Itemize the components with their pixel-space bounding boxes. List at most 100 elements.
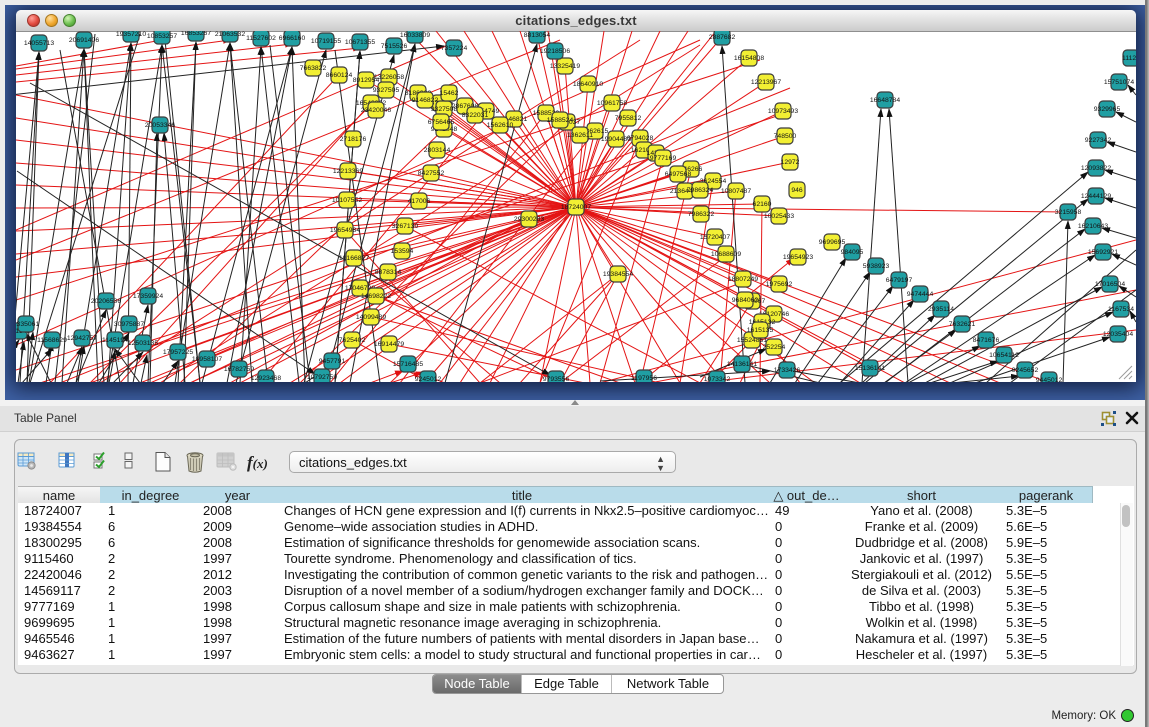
svg-text:748500: 748500 <box>774 133 797 140</box>
svg-text:19384554: 19384554 <box>603 271 633 278</box>
svg-text:9777169: 9777169 <box>650 155 677 162</box>
svg-text:10853257: 10853257 <box>147 33 177 40</box>
svg-text:29300283: 29300283 <box>514 216 544 223</box>
svg-text:12213967: 12213967 <box>751 79 781 86</box>
svg-text:10671355: 10671355 <box>345 39 375 46</box>
svg-text:7986322: 7986322 <box>688 211 715 218</box>
svg-text:14055713: 14055713 <box>24 40 54 47</box>
svg-text:2718176: 2718176 <box>340 136 367 143</box>
svg-text:984095: 984095 <box>841 249 864 256</box>
svg-text:10107552: 10107552 <box>332 197 362 204</box>
svg-text:13325419: 13325419 <box>550 63 580 70</box>
svg-text:16782759: 16782759 <box>224 366 254 373</box>
svg-text:11568629: 11568629 <box>37 337 67 344</box>
svg-text:12923468: 12923468 <box>251 375 281 382</box>
svg-text:15716485: 15716485 <box>393 361 423 368</box>
svg-text:1167534: 1167534 <box>1108 306 1134 313</box>
svg-text:6756465: 6756465 <box>428 119 455 126</box>
svg-text:10958107: 10958107 <box>192 356 222 363</box>
svg-text:10025433: 10025433 <box>764 213 794 220</box>
svg-text:7357224: 7357224 <box>441 45 468 52</box>
svg-text:13226058: 13226058 <box>374 74 404 81</box>
svg-text:1562610: 1562610 <box>487 122 514 129</box>
svg-text:16853267: 16853267 <box>181 31 211 37</box>
svg-text:9474444: 9474444 <box>907 291 934 298</box>
svg-text:16033809: 16033809 <box>400 32 430 39</box>
svg-text:10807487: 10807487 <box>721 188 751 195</box>
svg-text:12093822: 12093822 <box>1081 165 1111 172</box>
svg-text:6479197: 6479197 <box>886 277 913 284</box>
svg-text:9327505: 9327505 <box>373 87 400 94</box>
svg-text:19357210: 19357210 <box>116 31 146 38</box>
svg-text:5938923: 5938923 <box>863 263 890 270</box>
svg-text:9699695: 9699695 <box>819 239 846 246</box>
svg-text:10961758: 10961758 <box>597 100 627 107</box>
svg-text:9457791: 9457791 <box>319 358 346 365</box>
svg-text:12942757: 12942757 <box>67 335 97 342</box>
svg-text:12035404: 12035404 <box>1103 331 1133 338</box>
svg-text:21063532: 21063532 <box>215 31 245 38</box>
svg-text:8878314: 8878314 <box>375 269 402 276</box>
svg-text:9793556: 9793556 <box>543 376 570 382</box>
svg-text:1197956: 1197956 <box>631 375 657 382</box>
svg-text:8427552: 8427552 <box>418 170 445 177</box>
svg-text:20206536: 20206536 <box>91 298 121 305</box>
svg-text:9684062: 9684062 <box>732 297 759 304</box>
svg-text:17016504: 17016504 <box>1095 281 1125 288</box>
svg-text:2935114: 2935114 <box>928 306 954 313</box>
svg-text:3215958: 3215958 <box>1055 209 1082 216</box>
svg-text:23420046: 23420046 <box>361 107 391 114</box>
svg-text:10973493: 10973493 <box>768 108 798 115</box>
svg-text:18724007: 18724007 <box>561 204 591 211</box>
svg-text:9245652: 9245652 <box>1012 367 1039 374</box>
svg-text:1073342: 1073342 <box>704 376 731 382</box>
svg-text:15751074: 15751074 <box>1104 79 1134 86</box>
svg-text:6794028: 6794028 <box>627 135 654 142</box>
svg-text:8660124: 8660124 <box>326 72 353 79</box>
svg-text:6497568: 6497568 <box>665 171 692 178</box>
svg-text:12503135: 12503135 <box>128 340 158 347</box>
svg-text:7625402: 7625402 <box>339 337 366 344</box>
svg-text:16210643: 16210643 <box>1078 223 1108 230</box>
svg-text:14136141: 14136141 <box>727 361 757 368</box>
svg-text:19654984: 19654984 <box>330 227 360 234</box>
svg-text:1733426: 1733426 <box>774 367 801 374</box>
svg-text:20691406: 20691406 <box>69 37 99 44</box>
svg-text:1335061: 1335061 <box>16 321 39 328</box>
svg-text:1975692: 1975692 <box>766 281 793 288</box>
svg-text:1362611: 1362611 <box>567 132 593 139</box>
svg-text:11124: 11124 <box>1122 55 1136 62</box>
svg-text:7515526: 7515526 <box>381 43 408 50</box>
svg-text:14099489: 14099489 <box>356 314 386 321</box>
svg-text:19654923: 19654923 <box>783 254 813 261</box>
svg-text:1615135: 1615135 <box>747 327 774 334</box>
svg-text:16154808: 16154808 <box>734 55 764 62</box>
svg-text:16914479: 16914479 <box>374 341 404 348</box>
svg-text:7663822: 7663822 <box>300 65 327 72</box>
svg-text:9227342: 9227342 <box>1085 137 1112 144</box>
svg-text:8471676: 8471676 <box>973 337 1000 344</box>
svg-text:14698222: 14698222 <box>361 293 391 300</box>
svg-text:12213369: 12213369 <box>333 168 363 175</box>
svg-text:7632621: 7632621 <box>949 321 976 328</box>
svg-text:252254: 252254 <box>763 344 786 351</box>
svg-text:19166827: 19166827 <box>339 255 369 262</box>
svg-text:2803144: 2803144 <box>424 147 451 154</box>
svg-text:1588524: 1588524 <box>547 117 574 124</box>
svg-text:9445012: 9445012 <box>1036 377 1063 382</box>
svg-text:15462: 15462 <box>440 90 459 97</box>
svg-text:6966160: 6966160 <box>279 35 306 42</box>
svg-text:12444129: 12444129 <box>1081 193 1111 200</box>
svg-text:9329965: 9329965 <box>1094 106 1121 113</box>
svg-text:7986324: 7986324 <box>687 187 714 194</box>
svg-text:19218506: 19218506 <box>540 48 570 55</box>
svg-text:30975887: 30975887 <box>114 321 144 328</box>
svg-text:9146822: 9146822 <box>412 97 439 104</box>
svg-text:17957225: 17957225 <box>163 349 193 356</box>
svg-text:17359924: 17359924 <box>133 293 163 300</box>
svg-text:18640910: 18640910 <box>573 81 603 88</box>
svg-text:1145194: 1145194 <box>102 337 128 344</box>
svg-text:15692921: 15692921 <box>1088 249 1118 256</box>
svg-text:62160: 62160 <box>753 201 772 208</box>
svg-text:946: 946 <box>791 187 803 194</box>
